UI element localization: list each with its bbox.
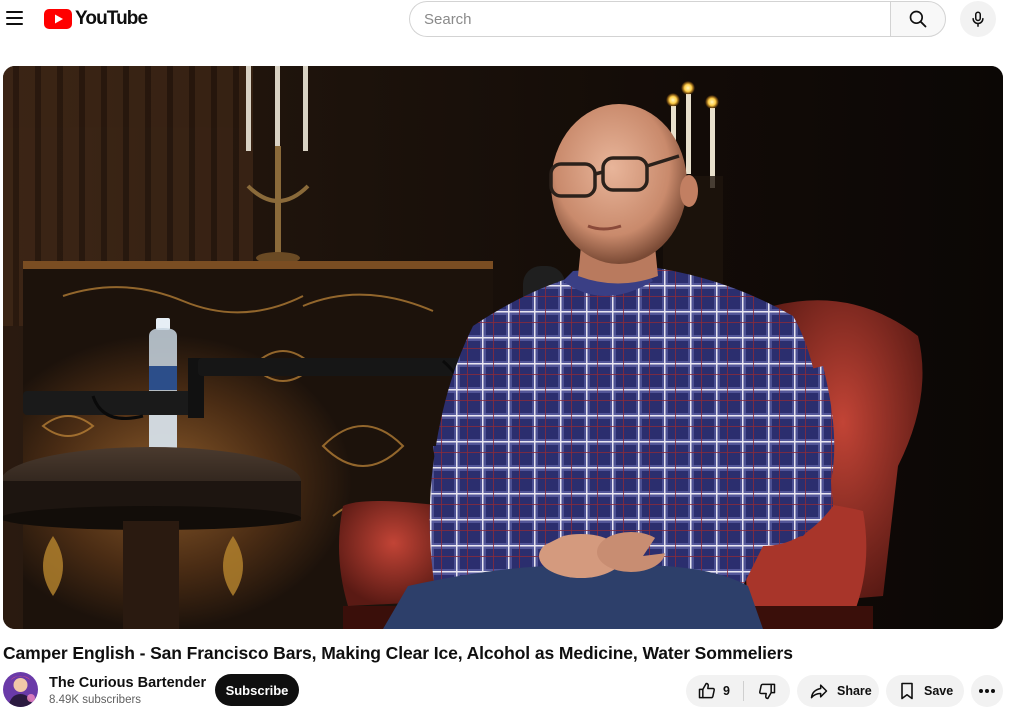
video-player[interactable]: [3, 66, 1003, 629]
more-horizontal-icon: [979, 689, 995, 693]
youtube-logo-text: YouTube: [75, 8, 148, 29]
youtube-logo-icon: [44, 9, 72, 29]
thumbs-up-icon: [698, 682, 715, 699]
search-box: [409, 1, 946, 37]
search-button[interactable]: [890, 1, 946, 37]
bookmark-icon: [901, 682, 913, 700]
subscriber-count: 8.49K subscribers: [49, 694, 142, 706]
microphone-icon: [972, 11, 984, 27]
save-label: Save: [924, 684, 954, 698]
subscribe-button[interactable]: Subscribe: [215, 674, 299, 706]
thumbs-down-icon: [759, 683, 776, 700]
channel-name[interactable]: The Curious Bartender: [49, 675, 206, 691]
share-button[interactable]: Share: [797, 675, 879, 707]
search-icon: [909, 10, 927, 28]
channel-avatar[interactable]: [3, 672, 38, 707]
video-title: Camper English - San Francisco Bars, Mak…: [3, 643, 793, 663]
avatar-image: [3, 672, 38, 707]
menu-icon[interactable]: [2, 6, 26, 30]
save-button[interactable]: Save: [886, 675, 964, 707]
like-dislike-group: 9: [686, 675, 790, 707]
more-actions-button[interactable]: [971, 675, 1003, 707]
share-label: Share: [837, 684, 872, 698]
like-count: 9: [723, 684, 730, 698]
youtube-logo[interactable]: YouTube: [44, 8, 148, 30]
dislike-button[interactable]: [744, 675, 790, 707]
voice-search-button[interactable]: [960, 1, 996, 37]
masthead: YouTube: [0, 0, 1024, 40]
like-button[interactable]: 9: [686, 675, 743, 707]
video-frame: [3, 66, 1003, 629]
share-arrow-icon: [810, 684, 828, 699]
search-input[interactable]: [409, 1, 890, 37]
